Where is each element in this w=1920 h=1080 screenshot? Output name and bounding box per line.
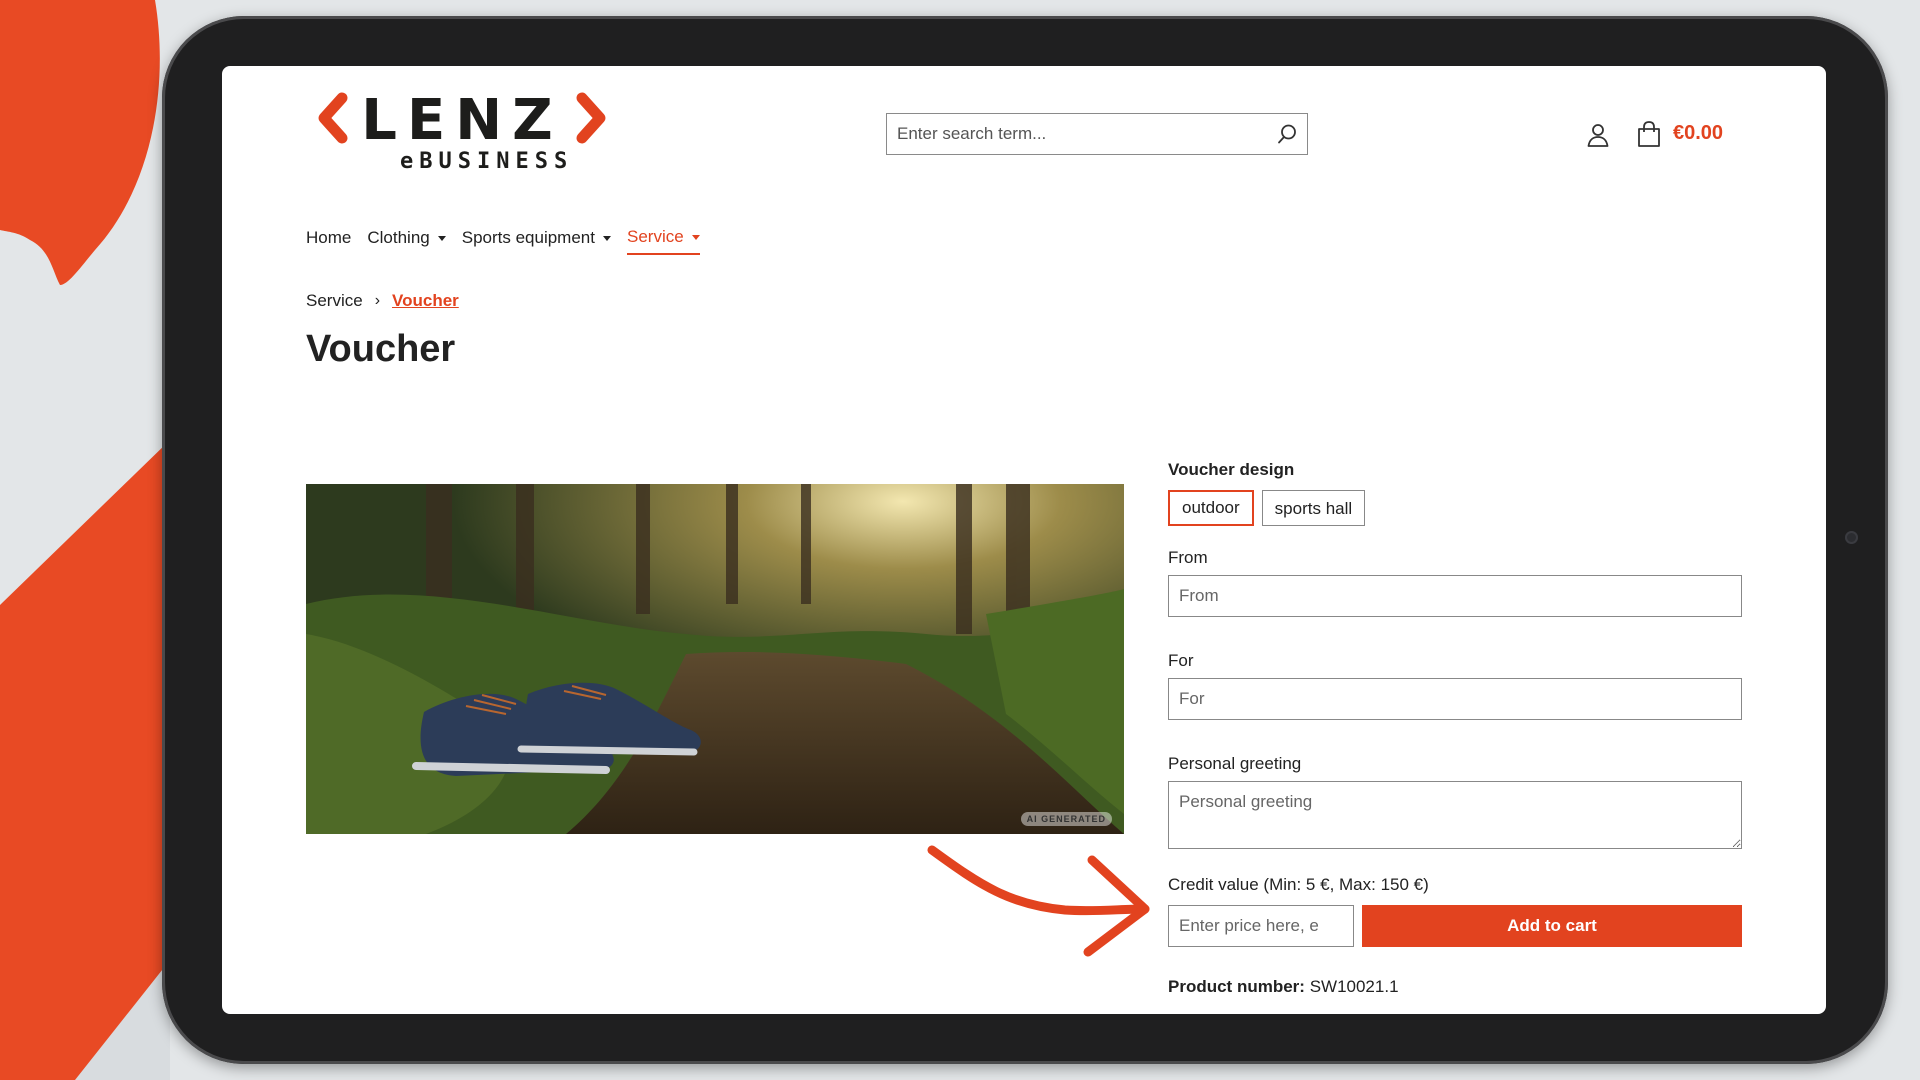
design-option-sports-hall[interactable]: sports hall <box>1261 490 1366 526</box>
logo-mark-icon: LENZ <box>318 88 606 153</box>
breadcrumb-current[interactable]: Voucher <box>392 291 459 311</box>
camera-icon <box>1845 531 1858 544</box>
credit-value-label: Credit value (Min: 5 €, Max: 150 €) <box>1168 875 1429 894</box>
cart-total[interactable]: €0.00 <box>1673 122 1723 145</box>
design-option-outdoor[interactable]: outdoor <box>1168 490 1254 526</box>
annotation-arrow-icon <box>927 845 1150 957</box>
nav-item-label: Service <box>626 227 684 246</box>
logo-subtitle: eBUSINESS <box>400 149 574 174</box>
product-number: Product number: SW10021.1 <box>1168 977 1742 997</box>
voucher-design-options: outdoor sports hall <box>1168 490 1742 526</box>
product-number-value: SW10021.1 <box>1309 977 1399 996</box>
product-number-label: Product number: <box>1168 977 1305 996</box>
caret-down-icon <box>602 235 611 241</box>
search-input[interactable] <box>887 115 1267 153</box>
account-icon[interactable] <box>1585 122 1611 148</box>
from-field[interactable] <box>1168 575 1742 617</box>
nav-item-sports-equipment[interactable]: Sports equipment <box>462 227 611 255</box>
for-field[interactable] <box>1168 678 1742 720</box>
nav-item-clothing[interactable]: Clothing <box>367 227 446 255</box>
caret-down-icon <box>437 235 446 241</box>
search-button[interactable] <box>1267 114 1307 154</box>
nav-item-service[interactable]: Service <box>626 227 700 255</box>
breadcrumb: Service › Voucher <box>306 291 459 311</box>
search-bar <box>886 113 1308 155</box>
credit-row: Add to cart <box>1168 905 1742 947</box>
nav-item-label: Clothing <box>367 228 430 247</box>
add-to-cart-button[interactable]: Add to cart <box>1362 905 1742 947</box>
greeting-field[interactable] <box>1168 781 1742 849</box>
voucher-form: Voucher design outdoor sports hall From … <box>1168 460 1742 997</box>
voucher-design-label: Voucher design <box>1168 460 1295 479</box>
for-label: For <box>1168 651 1194 670</box>
nav-item-home[interactable]: Home <box>306 227 351 255</box>
search-icon <box>1278 124 1296 144</box>
product-image: AI GENERATED <box>306 484 1124 834</box>
price-input[interactable] <box>1168 905 1354 947</box>
caret-down-icon <box>691 234 700 240</box>
ai-generated-badge: AI GENERATED <box>1020 812 1112 826</box>
greeting-label: Personal greeting <box>1168 754 1302 773</box>
breadcrumb-parent[interactable]: Service <box>306 291 363 311</box>
nav-item-label: Home <box>306 228 352 247</box>
nav-item-label: Sports equipment <box>461 228 595 247</box>
forest-shoes-illustration <box>306 484 1124 834</box>
from-label: From <box>1168 548 1208 567</box>
main-nav: Home Clothing Sports equipment Service <box>306 227 700 255</box>
cart-icon[interactable] <box>1635 120 1663 148</box>
chevron-right-icon: › <box>374 292 381 309</box>
page-title: Voucher <box>306 328 456 370</box>
logo-text: LENZ <box>361 88 562 153</box>
